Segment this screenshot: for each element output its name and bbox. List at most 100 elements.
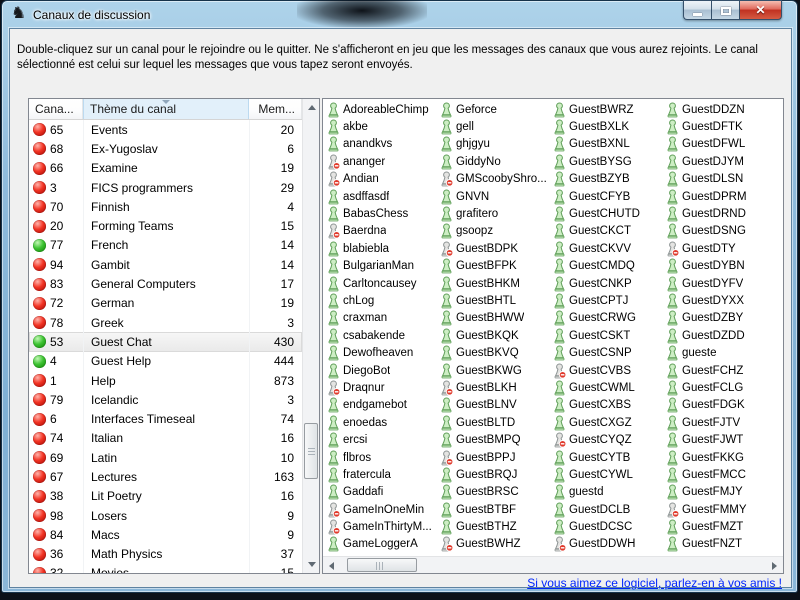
list-item-user[interactable]: Draqnur	[325, 379, 438, 396]
list-item-user[interactable]: GuestBLTD	[438, 414, 551, 431]
table-row[interactable]: 77French14	[29, 236, 302, 255]
share-link[interactable]: Si vous aimez ce logiciel, parlez-en à v…	[527, 576, 782, 590]
list-item-user[interactable]: GuestBXLK	[551, 118, 664, 135]
vertical-scrollbar-thumb[interactable]	[304, 423, 318, 479]
table-row[interactable]: 67Lectures163	[29, 467, 302, 486]
list-item-user[interactable]: chLog	[325, 292, 438, 309]
list-item-user[interactable]: ananger	[325, 153, 438, 170]
list-item-user[interactable]: GameLoggerA	[325, 536, 438, 553]
table-row[interactable]: 4Guest Help444	[29, 352, 302, 371]
list-item-user[interactable]: akbe	[325, 118, 438, 135]
vertical-scrollbar[interactable]	[302, 99, 319, 573]
list-item-user[interactable]: GuestFKKG	[664, 449, 777, 466]
list-item-user[interactable]: grafitero	[438, 205, 551, 222]
table-row[interactable]: 84Macs9	[29, 525, 302, 544]
list-item-user[interactable]: gueste	[664, 344, 777, 361]
list-item-user[interactable]: Andian	[325, 171, 438, 188]
list-item-user[interactable]: Gaddafi	[325, 484, 438, 501]
list-item-user[interactable]: Dewofheaven	[325, 344, 438, 361]
list-item-user[interactable]: GuestCSKT	[551, 327, 664, 344]
list-item-user[interactable]: GuestBWHZ	[438, 536, 551, 553]
list-item-user[interactable]: fratercula	[325, 466, 438, 483]
list-item-user[interactable]: GuestBDPK	[438, 240, 551, 257]
list-item-user[interactable]: csabakende	[325, 327, 438, 344]
list-item-user[interactable]: GuestDSNG	[664, 223, 777, 240]
list-item-user[interactable]: blabiebla	[325, 240, 438, 257]
list-item-user[interactable]: GuestBKVQ	[438, 344, 551, 361]
scroll-right-button[interactable]	[766, 557, 783, 574]
list-item-user[interactable]: GuestBTHZ	[438, 518, 551, 535]
list-item-user[interactable]: GuestBRQJ	[438, 466, 551, 483]
list-item-user[interactable]: GuestCXBS	[551, 397, 664, 414]
list-item-user[interactable]: GuestFCHZ	[664, 362, 777, 379]
list-item-user[interactable]: GuestCVBS	[551, 362, 664, 379]
list-item-user[interactable]: ghjgyu	[438, 136, 551, 153]
list-item-user[interactable]: GNVN	[438, 188, 551, 205]
table-row[interactable]: 70Finnish4	[29, 197, 302, 216]
scroll-up-button[interactable]	[303, 99, 320, 116]
list-item-user[interactable]: GuestBWRZ	[551, 101, 664, 118]
list-item-user[interactable]: GuestBZYB	[551, 171, 664, 188]
list-item-user[interactable]: Baerdna	[325, 223, 438, 240]
list-item-user[interactable]: GuestCMDQ	[551, 258, 664, 275]
list-item-user[interactable]: GuestDDWH	[551, 536, 664, 553]
list-item-user[interactable]: GuestCYTB	[551, 449, 664, 466]
minimize-button[interactable]	[683, 0, 711, 20]
horizontal-scrollbar-thumb[interactable]	[347, 558, 417, 572]
list-item-user[interactable]: ercsi	[325, 431, 438, 448]
title-bar[interactable]: ♞ Canaux de discussion ✕	[2, 1, 797, 28]
list-item-user[interactable]: GuestCSNP	[551, 344, 664, 361]
list-item-user[interactable]: GuestCHUTD	[551, 205, 664, 222]
list-item-user[interactable]: GuestFMMY	[664, 501, 777, 518]
table-row[interactable]: 98Losers9	[29, 506, 302, 525]
list-item-user[interactable]: GuestFDGK	[664, 397, 777, 414]
list-item-user[interactable]: GuestDJYM	[664, 153, 777, 170]
list-item-user[interactable]: GuestCYWL	[551, 466, 664, 483]
list-item-user[interactable]: GuestFMZT	[664, 518, 777, 535]
table-row[interactable]: 65Events20	[29, 120, 302, 139]
list-item-user[interactable]: GuestDCLB	[551, 501, 664, 518]
table-row[interactable]: 83General Computers17	[29, 274, 302, 293]
list-item-user[interactable]: GuestBKQK	[438, 327, 551, 344]
table-row[interactable]: 1Help873	[29, 371, 302, 390]
list-item-user[interactable]: gsoopz	[438, 223, 551, 240]
list-item-user[interactable]: guestd	[551, 484, 664, 501]
list-item-user[interactable]: GMScoobyShro...	[438, 171, 551, 188]
list-item-user[interactable]: GuestFNZT	[664, 536, 777, 553]
list-item-user[interactable]: DiegoBot	[325, 362, 438, 379]
list-item-user[interactable]: BabasChess	[325, 205, 438, 222]
list-item-user[interactable]: GuestDCSC	[551, 518, 664, 535]
list-item-user[interactable]: GuestDPRM	[664, 188, 777, 205]
column-header-canal[interactable]: Cana...	[29, 99, 83, 119]
list-item-user[interactable]: gell	[438, 118, 551, 135]
list-item-user[interactable]: GiddyNo	[438, 153, 551, 170]
list-item-user[interactable]: GuestDFTK	[664, 118, 777, 135]
list-item-user[interactable]: GuestBLKH	[438, 379, 551, 396]
list-item-user[interactable]: GuestBFPK	[438, 258, 551, 275]
table-row[interactable]: 78Greek3	[29, 313, 302, 332]
list-item-user[interactable]: GuestCKCT	[551, 223, 664, 240]
list-item-user[interactable]: GuestDYBN	[664, 258, 777, 275]
table-row[interactable]: 68Ex-Yugoslav6	[29, 139, 302, 158]
list-item-user[interactable]: GuestBRSC	[438, 484, 551, 501]
list-item-user[interactable]: GameInThirtyM...	[325, 518, 438, 535]
list-item-user[interactable]: Carltoncausey	[325, 275, 438, 292]
list-item-user[interactable]: GuestCNKP	[551, 275, 664, 292]
list-item-user[interactable]: GuestCFYB	[551, 188, 664, 205]
list-item-user[interactable]: Geforce	[438, 101, 551, 118]
list-item-user[interactable]: endgamebot	[325, 397, 438, 414]
table-row[interactable]: 66Examine19	[29, 159, 302, 178]
list-item-user[interactable]: GuestDZDD	[664, 327, 777, 344]
list-item-user[interactable]: GuestDYFV	[664, 275, 777, 292]
list-item-user[interactable]: asdffasdf	[325, 188, 438, 205]
list-item-user[interactable]: GuestFMJY	[664, 484, 777, 501]
list-item-user[interactable]: AdoreableChimp	[325, 101, 438, 118]
list-item-user[interactable]: GuestCYQZ	[551, 431, 664, 448]
list-item-user[interactable]: anandkvs	[325, 136, 438, 153]
table-row[interactable]: 69Latin10	[29, 448, 302, 467]
list-item-user[interactable]: GuestFJWT	[664, 431, 777, 448]
table-row[interactable]: 3FICS programmers29	[29, 178, 302, 197]
list-item-user[interactable]: GuestDFWL	[664, 136, 777, 153]
list-item-user[interactable]: GuestCXGZ	[551, 414, 664, 431]
table-row[interactable]: 6Interfaces Timeseal74	[29, 409, 302, 428]
